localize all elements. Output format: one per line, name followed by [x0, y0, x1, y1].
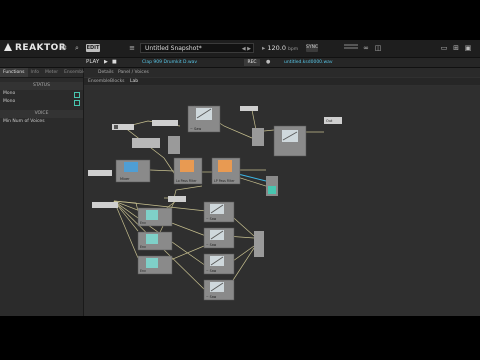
- module-filter-1[interactable]: Lo Pass Filter: [173, 157, 203, 185]
- rec-file-name[interactable]: untitled.ksd0000.wav: [284, 59, 333, 66]
- app-logo: REAKTOR: [4, 43, 66, 53]
- tab-meter[interactable]: Meter: [42, 68, 61, 77]
- module-small[interactable]: [132, 138, 160, 148]
- breadcrumb-item[interactable]: Lab: [130, 78, 138, 85]
- module-label: Lo Pass Filter: [176, 179, 197, 183]
- clip-name[interactable]: Clap 909 Drumkit D.wav: [142, 59, 197, 66]
- tab-info[interactable]: Info: [28, 68, 43, 77]
- status-row-label: Mono: [3, 99, 16, 104]
- module-small[interactable]: [152, 120, 178, 126]
- module-filter-2[interactable]: LP Pass Filter: [211, 157, 241, 185]
- ni-icon[interactable]: ▣: [464, 44, 472, 52]
- settings-icon[interactable]: ⊞: [452, 44, 460, 52]
- rec-button[interactable]: REC: [244, 59, 260, 66]
- module-osc-3[interactable]: ~ Saw: [203, 227, 235, 249]
- breadcrumb: Ensemble Blocks Lab: [84, 78, 480, 85]
- breadcrumb-item[interactable]: Blocks: [110, 78, 125, 85]
- module-small[interactable]: [168, 136, 180, 154]
- logo-text: REAKTOR: [15, 43, 67, 53]
- status-row[interactable]: Mono: [0, 98, 83, 106]
- module-osc-top[interactable]: ~ Saw: [187, 105, 221, 133]
- play-icon[interactable]: ▶: [104, 59, 108, 66]
- module-lfo[interactable]: Mixer: [115, 159, 151, 183]
- tempo-value: 120.0: [267, 44, 286, 52]
- snapshot-name: Untitled Snapshot*: [145, 45, 202, 52]
- module-source-2[interactable]: [92, 202, 118, 208]
- module-osc-2[interactable]: ~ Saw: [203, 201, 235, 223]
- stop-icon[interactable]: ■: [112, 59, 117, 66]
- module-label: Env: [140, 269, 146, 273]
- module-label: ~ Saw: [206, 217, 217, 221]
- module-output[interactable]: [273, 125, 307, 157]
- side-panel: Functions Info Meter Ensemble STATUS Mon…: [0, 68, 86, 316]
- side-tabs: Functions Info Meter Ensemble: [0, 68, 86, 78]
- snapshot-selector[interactable]: Untitled Snapshot* ◀ ▶: [140, 43, 254, 53]
- search-icon[interactable]: ⌕: [73, 44, 81, 52]
- tab-functions[interactable]: Functions: [0, 68, 28, 77]
- module-label: Env: [140, 221, 146, 225]
- tab-panel-voices[interactable]: Panel / Voices: [118, 69, 149, 76]
- module-out[interactable]: Out: [324, 117, 342, 124]
- gear-icon[interactable]: ⚙: [60, 44, 68, 52]
- audio-icon[interactable]: ◫: [374, 44, 382, 52]
- module-label: ~ Saw: [206, 243, 217, 247]
- transport-bar: PLAY ▶ ■ Clap 909 Drumkit D.wav REC ● un…: [0, 58, 480, 68]
- rec-dot-icon[interactable]: ●: [266, 59, 270, 66]
- edit-button[interactable]: EDIT: [86, 44, 100, 52]
- module-source[interactable]: [112, 124, 134, 130]
- tempo-unit: bpm: [288, 47, 299, 52]
- checkbox[interactable]: [74, 100, 80, 106]
- module-env-3[interactable]: Env: [137, 255, 173, 275]
- module-env-2[interactable]: Env: [137, 231, 173, 251]
- browser-icon[interactable]: ≡: [128, 44, 136, 52]
- voice-row[interactable]: Min Num of Voices: [0, 118, 83, 126]
- reaktor-window: REAKTOR ⚙ ⌕ EDIT ≡ Untitled Snapshot* ◀ …: [0, 40, 480, 316]
- module-label: LP Pass Filter: [214, 179, 235, 183]
- module-label: ~ Saw: [190, 127, 201, 131]
- play-label[interactable]: PLAY: [86, 59, 99, 66]
- tempo-display[interactable]: ▸ 120.0 bpm: [262, 43, 298, 55]
- top-toolbar: REAKTOR ⚙ ⌕ EDIT ≡ Untitled Snapshot* ◀ …: [0, 40, 480, 58]
- module-env-1[interactable]: Env: [137, 207, 173, 227]
- module-label: ~ Saw: [206, 295, 217, 299]
- module-small[interactable]: [252, 128, 264, 146]
- sync-button[interactable]: SYNC: [306, 44, 318, 52]
- structure-canvas[interactable]: ~ Saw Out Mixer Lo Pass Filter LP Pass F…: [84, 86, 480, 316]
- status-header: STATUS: [0, 82, 83, 90]
- link-icon[interactable]: ∞: [362, 44, 370, 52]
- module-label: ~ Saw: [206, 269, 217, 273]
- module-label: Mixer: [120, 177, 130, 181]
- module-osc-4[interactable]: ~ Saw: [203, 253, 235, 275]
- selected-wire[interactable]: [237, 173, 271, 194]
- module-label: Out: [326, 119, 333, 123]
- snapshot-arrows-icon[interactable]: ◀ ▶: [242, 44, 251, 54]
- view-icon[interactable]: ▭: [440, 44, 448, 52]
- module-small[interactable]: [240, 106, 258, 111]
- status-row[interactable]: Mono: [0, 90, 83, 98]
- module-osc-5[interactable]: ~ Saw: [203, 279, 235, 301]
- status-row-label: Mono: [3, 91, 16, 96]
- structure-tabs: Details Panel / Voices: [84, 68, 480, 77]
- logo-icon: [4, 43, 12, 51]
- voice-header: VOICE: [0, 110, 83, 118]
- patch-graph[interactable]: ~ Saw Out Mixer Lo Pass Filter LP Pass F…: [84, 86, 480, 316]
- breadcrumb-item[interactable]: Ensemble: [88, 78, 110, 85]
- module-label: Env: [140, 245, 146, 249]
- tab-details[interactable]: Details: [98, 69, 114, 76]
- module-small[interactable]: [88, 170, 112, 176]
- module-mixer[interactable]: [254, 231, 264, 257]
- module-amp[interactable]: [266, 176, 278, 196]
- cpu-meter: [344, 44, 358, 52]
- module-small[interactable]: [168, 196, 186, 202]
